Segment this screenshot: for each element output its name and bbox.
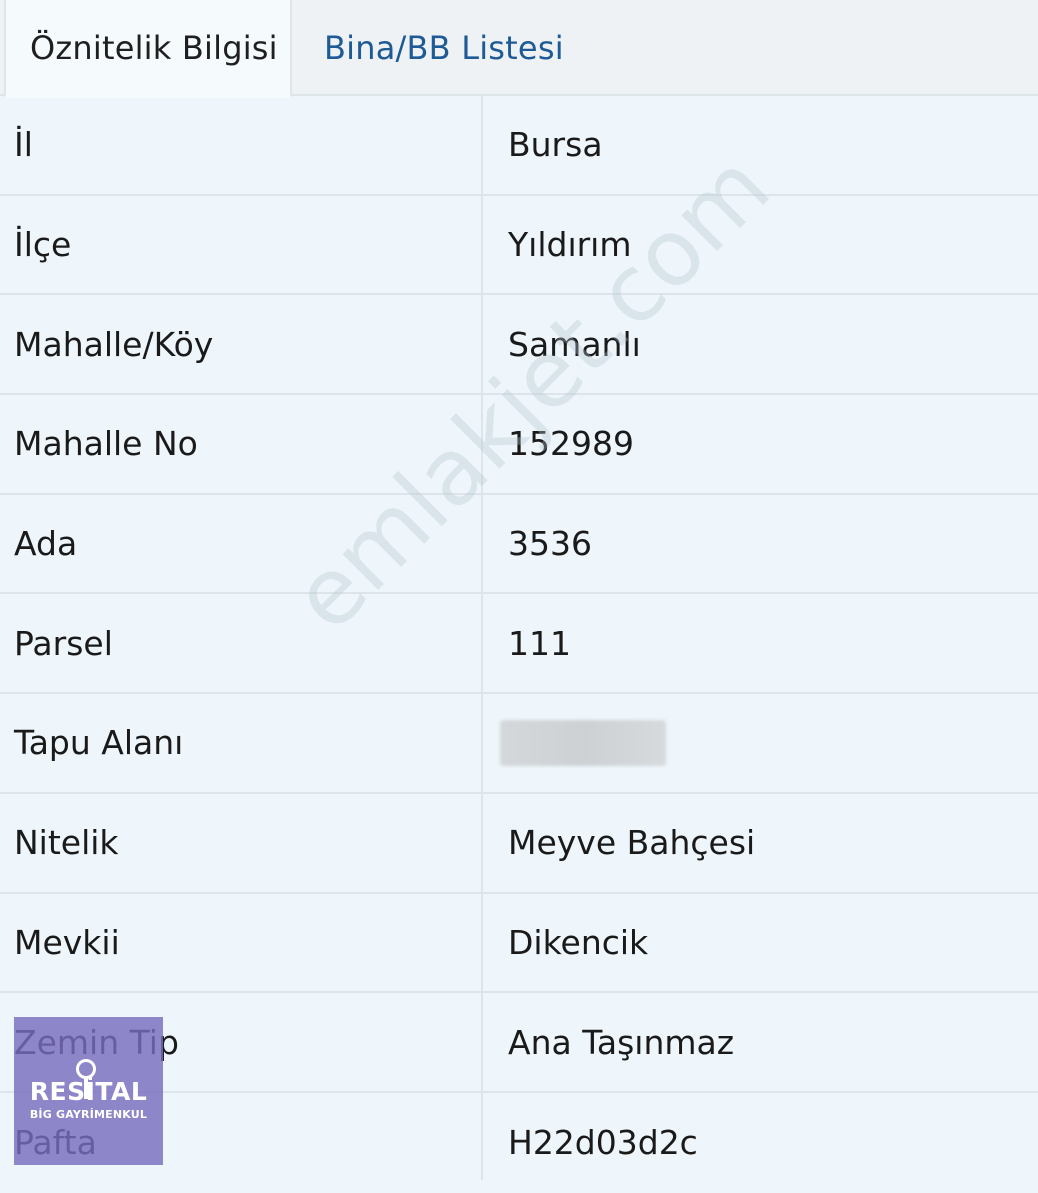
row-value: Yıldırım	[508, 225, 632, 265]
row-label: Tapu Alanı	[14, 723, 184, 763]
table-row: Nitelik Meyve Bahçesi	[0, 794, 1038, 894]
column-divider	[481, 96, 483, 1180]
table-row: Tapu Alanı	[0, 694, 1038, 794]
row-label: İl	[14, 125, 33, 165]
table-row: Mahalle No 152989	[0, 395, 1038, 495]
row-value: 111	[508, 623, 571, 663]
row-label: Mahalle No	[14, 424, 198, 464]
table-row: İl Bursa	[0, 96, 1038, 196]
logo-pin-icon	[76, 1059, 96, 1079]
row-value: 152989	[508, 424, 634, 464]
row-label: İlçe	[14, 225, 72, 265]
tab-label: Öznitelik Bilgisi	[30, 29, 278, 67]
redacted-value-blur	[500, 719, 666, 766]
row-value-redacted	[500, 694, 666, 792]
tab-bar: Öznitelik Bilgisi Bina/BB Listesi	[0, 0, 1038, 98]
tab-bina-bb-listesi[interactable]: Bina/BB Listesi	[322, 0, 564, 96]
table-row: Mevkii Dikencik	[0, 894, 1038, 994]
row-value: Meyve Bahçesi	[508, 823, 756, 863]
row-value: Dikencik	[508, 922, 649, 962]
logo-subtitle: BİG GAYRİMENKUL	[29, 1108, 148, 1121]
row-label: Parsel	[14, 623, 113, 663]
row-value: Ana Taşınmaz	[508, 1022, 735, 1062]
table-row: Parsel 111	[0, 594, 1038, 695]
row-value: H22d03d2c	[508, 1123, 698, 1163]
row-value: Bursa	[508, 125, 603, 165]
row-label: Mevkii	[14, 922, 120, 962]
table-row: Ada 3536	[0, 495, 1038, 595]
resital-logo: RESİTAL BİG GAYRİMENKUL	[14, 1017, 163, 1165]
logo-name: RESİTAL	[29, 1077, 148, 1106]
row-label: Ada	[14, 524, 78, 564]
row-value: Samanlı	[508, 324, 641, 364]
row-label: Nitelik	[14, 823, 119, 863]
table-row: Mahalle/Köy Samanlı	[0, 295, 1038, 396]
table-row: İlçe Yıldırım	[0, 196, 1038, 296]
tab-label: Bina/BB Listesi	[324, 29, 564, 67]
tab-oznitelik-bilgisi[interactable]: Öznitelik Bilgisi	[4, 0, 292, 98]
row-value: 3536	[508, 524, 592, 564]
row-label: Mahalle/Köy	[14, 324, 214, 364]
